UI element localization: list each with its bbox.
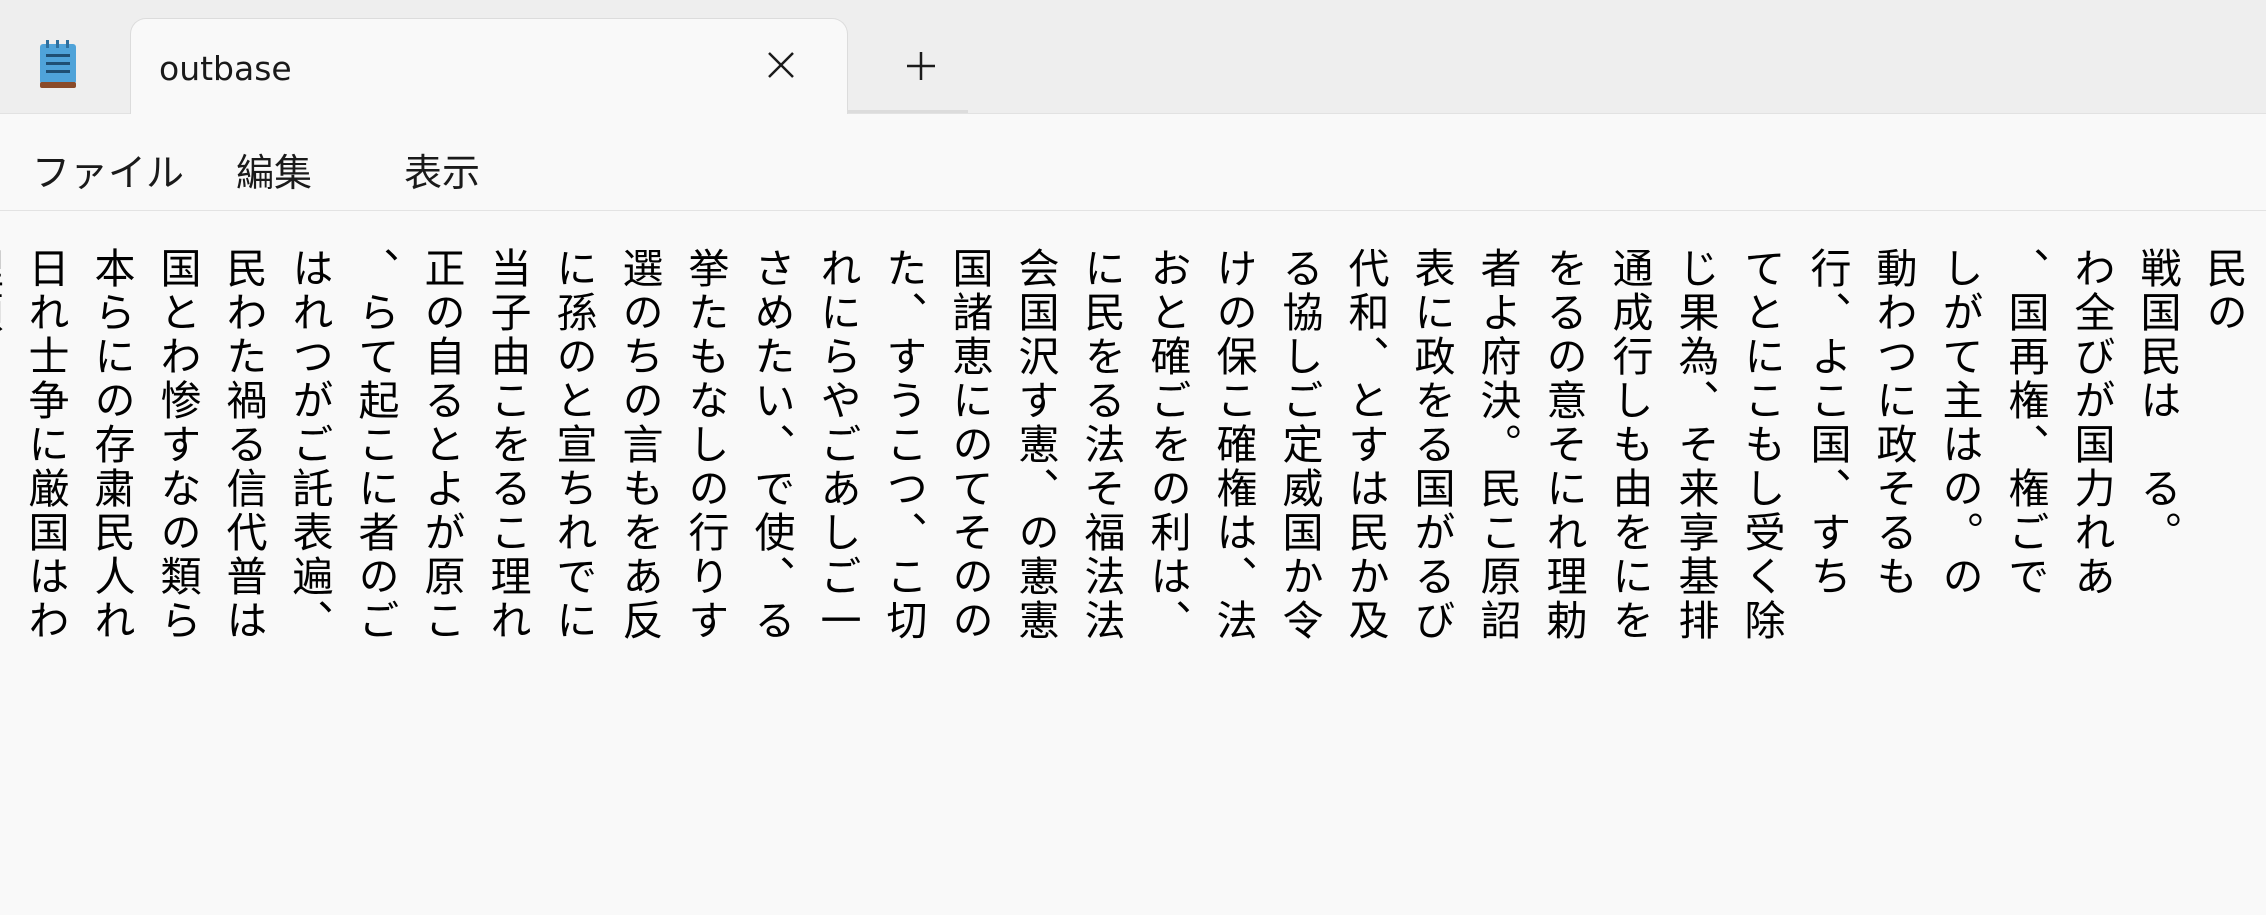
text-column: 動わつに政そるも	[1869, 247, 1917, 599]
menu-file[interactable]: ファイル	[30, 138, 186, 201]
text-column: 日れ士争に厳国はわ	[21, 247, 69, 643]
text-column: おと確ごをの利は、	[1143, 247, 1191, 643]
notepad-icon	[38, 38, 78, 90]
text-column: 選のちの言もをあ反	[615, 247, 663, 643]
text-column: 行、よこ国、すち	[1803, 247, 1851, 599]
text-column: さめたい、で使、る	[747, 247, 795, 643]
text-column: わ全びが国力れあ	[2067, 247, 2115, 599]
text-column: しがて主はの。の	[1935, 247, 1983, 599]
text-column: 表に政をる国がるび	[1407, 247, 1455, 643]
text-editor[interactable]: 民の 戦国民は る。 わ全びが国力れあ 、国再権、権ごで しがて主はの。の 動わつに政そる…	[0, 211, 2266, 915]
text-column: 、らて起こに者のご	[351, 247, 399, 643]
text-column: 代和、とすは民か及	[1341, 247, 1389, 643]
text-column: 国諸恵にのてそのの	[945, 247, 993, 643]
text-column: 戦国民は る。	[2133, 247, 2181, 555]
text-column: に孫のと宣ちれでに	[549, 247, 597, 643]
text-column: る協しご定威国か令	[1275, 247, 1323, 643]
text-column: じ果為、そ来享基排	[1671, 247, 1719, 643]
text-column: てとにこもし受く除	[1737, 247, 1785, 643]
text-column: はれつがご託表遍、	[285, 247, 333, 643]
text-column: 通成行しも由をにを	[1605, 247, 1653, 643]
text-column: 国とわ惨すなの類ら	[153, 247, 201, 643]
text-column: に民をる法そ福法法	[1077, 247, 1125, 643]
tab-strip-divider	[848, 110, 968, 113]
menu-edit[interactable]: 編集	[234, 138, 314, 201]
menu-bar: ファイル 編集 表示	[0, 114, 2266, 211]
text-column: た、すうこつ、こ切	[879, 247, 927, 643]
text-column: 者よ府決。民こ原詔	[1473, 247, 1521, 643]
text-column: 会国沢す憲、の憲憲	[1011, 247, 1059, 643]
text-column: をるの意そにれ理勅	[1539, 247, 1587, 643]
close-icon[interactable]	[759, 43, 803, 87]
title-bar: outbase	[0, 0, 2266, 114]
text-column: 当子由こをるこ理れ	[483, 247, 531, 643]
text-column: れにらやごあしご一	[813, 247, 861, 643]
text-column: けの保こ確権は、法	[1209, 247, 1257, 643]
text-column: 挙たもなしの行りす	[681, 247, 729, 643]
text-column: 民わた禍る信代普は	[219, 247, 267, 643]
document-text: 民の 戦国民は る。 わ全びが国力れあ 、国再権、権ごで しがて主はの。の 動わつに政そる…	[0, 247, 2256, 897]
tab-title: outbase	[159, 49, 292, 88]
menu-view[interactable]: 表示	[402, 138, 482, 201]
text-column: 民の	[2199, 247, 2247, 335]
tab-outbase[interactable]: outbase	[130, 18, 848, 114]
text-column: 、国再権、権ごで	[2001, 247, 2049, 599]
text-column: 理頼をて	[0, 247, 3, 423]
plus-icon[interactable]	[896, 44, 946, 88]
text-column: 正の自るとよが原こ	[417, 247, 465, 643]
text-column: 本らにの存粛民人れ	[87, 247, 135, 643]
